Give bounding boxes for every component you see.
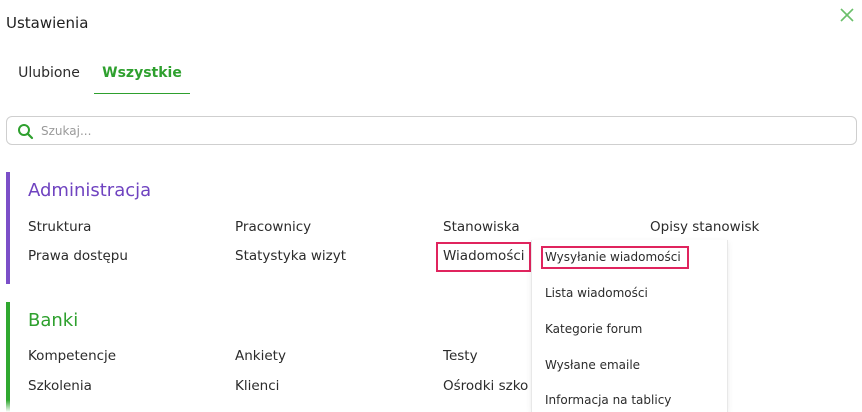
section-banki (6, 302, 862, 412)
submenu-item-informacja-na-tablicy[interactable]: Informacja na tablicy (545, 393, 671, 407)
section-accent-bar (6, 302, 10, 412)
scroll-fade (0, 400, 531, 412)
menu-item-testy[interactable]: Testy (443, 348, 478, 364)
menu-item-pracownicy[interactable]: Pracownicy (235, 219, 311, 235)
submenu-wiadomosci: Wysyłanie wiadomości Lista wiadomości Ka… (531, 240, 728, 412)
page-title: Ustawienia (6, 14, 89, 32)
menu-item-struktura[interactable]: Struktura (28, 219, 91, 235)
menu-item-ankiety[interactable]: Ankiety (235, 348, 286, 364)
submenu-item-wysylanie-wiadomosci[interactable]: Wysyłanie wiadomości (545, 250, 681, 264)
tab-bar: Ulubione Wszystkie (0, 60, 862, 94)
section-accent-bar (6, 172, 10, 284)
section-heading-banki: Banki (28, 310, 79, 331)
menu-item-wiadomosci[interactable]: Wiadomości (443, 248, 525, 264)
search-icon (18, 124, 34, 140)
menu-item-prawa-dostepu[interactable]: Prawa dostępu (28, 248, 128, 264)
close-icon[interactable] (838, 6, 856, 24)
menu-item-klienci[interactable]: Klienci (235, 378, 279, 394)
tab-all[interactable]: Wszystkie (94, 60, 190, 94)
search-box (6, 116, 857, 145)
section-heading-administracja: Administracja (28, 180, 152, 201)
menu-item-stanowiska[interactable]: Stanowiska (443, 219, 520, 235)
menu-item-osrodki-szkoleniowe[interactable]: Ośrodki szko (443, 378, 528, 394)
search-input[interactable] (41, 120, 841, 142)
menu-item-statystyka-wizyt[interactable]: Statystyka wizyt (235, 248, 346, 264)
submenu-item-wyslane-emaile[interactable]: Wysłane emaile (545, 358, 640, 372)
submenu-item-lista-wiadomosci[interactable]: Lista wiadomości (545, 286, 648, 300)
menu-item-opisy-stanowisk[interactable]: Opisy stanowisk (650, 219, 759, 235)
menu-item-kompetencje[interactable]: Kompetencje (28, 348, 116, 364)
tab-favorites[interactable]: Ulubione (10, 60, 88, 94)
submenu-item-kategorie-forum[interactable]: Kategorie forum (545, 322, 642, 336)
menu-item-szkolenia[interactable]: Szkolenia (28, 378, 92, 394)
